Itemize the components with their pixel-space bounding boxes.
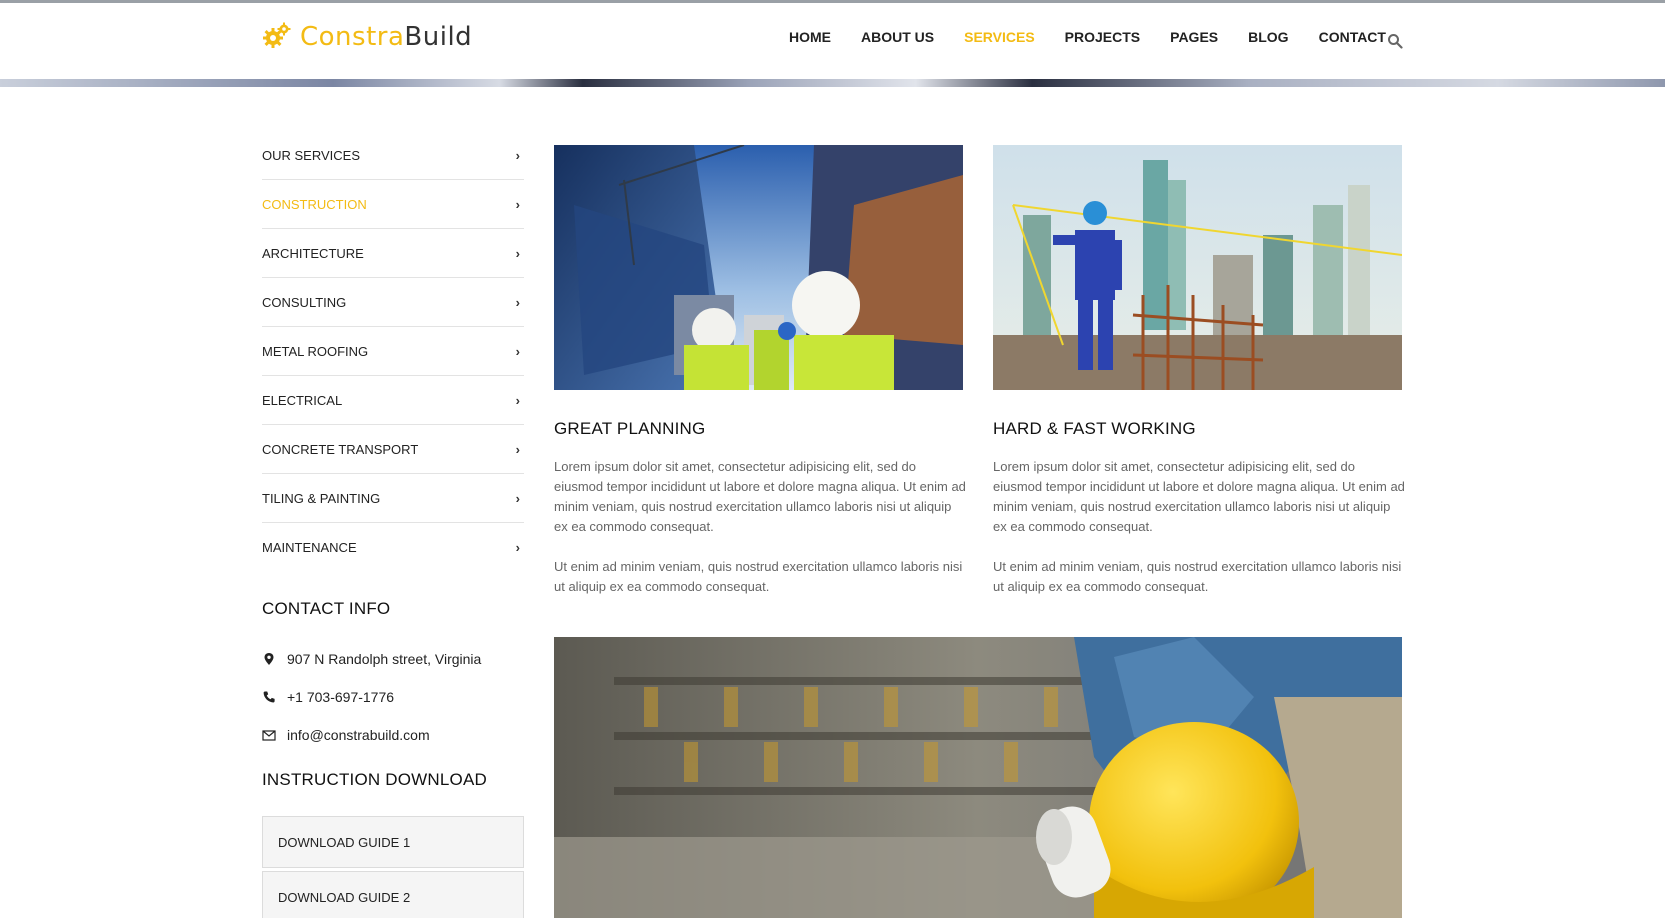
service-item-consulting[interactable]: CONSULTING › — [262, 278, 524, 327]
email-link[interactable]: info@constrabuild.com — [287, 727, 430, 743]
search-icon[interactable] — [1387, 33, 1403, 49]
service-label: MAINTENANCE — [262, 540, 357, 555]
chevron-right-icon: › — [515, 147, 520, 163]
phone-icon — [263, 691, 275, 703]
chevron-right-icon: › — [515, 196, 520, 212]
download-guide-2-button[interactable]: DOWNLOAD GUIDE 2 — [262, 871, 524, 918]
header-banner-strip — [0, 79, 1665, 87]
nav-pages[interactable]: PAGES — [1170, 29, 1218, 45]
services-menu: OUR SERVICES › CONSTRUCTION › ARCHITECTURE… — [262, 131, 524, 572]
main-nav: HOME ABOUT US SERVICES PROJECTS PAGES BL… — [789, 29, 1416, 45]
service-label: TILING & PAINTING — [262, 490, 381, 506]
chevron-right-icon: › — [515, 540, 520, 555]
logo[interactable]: ConstraBuild — [262, 19, 472, 55]
service-label: ELECTRICAL — [262, 392, 343, 408]
contact-phone: +1 703-697-1776 — [262, 678, 524, 716]
card-title-hard-fast-working: HARD & FAST WORKING — [993, 419, 1196, 438]
service-item-our-services[interactable]: OUR SERVICES › — [262, 131, 524, 180]
card-paragraph: Ut enim ad minim veniam, quis nostrud ex… — [993, 559, 1402, 594]
service-label: CONSTRUCTION — [262, 196, 367, 212]
card-title-great-planning: GREAT PLANNING — [554, 419, 706, 438]
chevron-right-icon: › — [515, 490, 520, 506]
gears-icon — [263, 22, 291, 48]
great-planning-image — [554, 145, 963, 390]
service-label: ARCHITECTURE — [262, 245, 364, 261]
service-label: METAL ROOFING — [262, 343, 369, 359]
envelope-icon — [262, 730, 276, 741]
brand-name-part2: Build — [404, 22, 473, 52]
download-guide-1-button[interactable]: DOWNLOAD GUIDE 1 — [262, 816, 524, 868]
brand-name-part1: Constra — [300, 22, 405, 52]
chevron-right-icon: › — [515, 441, 520, 457]
nav-contact[interactable]: CONTACT — [1319, 29, 1386, 45]
phone-text[interactable]: +1 703-697-1776 — [287, 689, 394, 705]
address-text: 907 N Randolph street, Virginia — [287, 651, 482, 667]
service-item-metal-roofing[interactable]: METAL ROOFING › — [262, 327, 524, 376]
card-paragraph: Lorem ipsum dolor sit amet, consectetur … — [554, 459, 966, 534]
service-item-architecture[interactable]: ARCHITECTURE › — [262, 229, 524, 278]
chevron-right-icon: › — [515, 294, 520, 310]
chevron-right-icon: › — [515, 392, 520, 408]
service-item-tiling-painting[interactable]: TILING & PAINTING › — [262, 474, 524, 523]
service-label: CONCRETE TRANSPORT — [262, 441, 419, 457]
site-header: ConstraBuild HOME ABOUT US SERVICES PROJ… — [0, 3, 1665, 87]
contact-address: 907 N Randolph street, Virginia — [262, 640, 524, 678]
brand-name: ConstraBuild — [300, 22, 472, 52]
map-marker-icon — [264, 653, 274, 665]
card-paragraph: Lorem ipsum dolor sit amet, consectetur … — [993, 459, 1405, 534]
card-paragraph: Ut enim ad minim veniam, quis nostrud ex… — [554, 559, 963, 594]
construction-worker-helmet-image — [554, 637, 1402, 918]
nav-blog[interactable]: BLOG — [1248, 29, 1288, 45]
nav-about-us[interactable]: ABOUT US — [861, 29, 934, 45]
contact-info-list: 907 N Randolph street, Virginia +1 703-6… — [262, 640, 524, 754]
service-label: CONSULTING — [262, 294, 347, 310]
chevron-right-icon: › — [515, 245, 520, 261]
contact-info-heading: CONTACT INFO — [262, 599, 391, 618]
nav-projects[interactable]: PROJECTS — [1065, 29, 1140, 45]
nav-home[interactable]: HOME — [789, 29, 831, 45]
service-item-concrete-transport[interactable]: CONCRETE TRANSPORT › — [262, 425, 524, 474]
service-label: OUR SERVICES — [262, 147, 361, 163]
service-item-maintenance[interactable]: MAINTENANCE › — [262, 523, 524, 572]
contact-email: info@constrabuild.com — [262, 716, 524, 754]
hard-fast-working-image — [993, 145, 1402, 390]
service-item-electrical[interactable]: ELECTRICAL › — [262, 376, 524, 425]
service-item-construction[interactable]: CONSTRUCTION › — [262, 180, 524, 229]
instruction-download-heading: INSTRUCTION DOWNLOAD — [262, 770, 487, 789]
chevron-right-icon: › — [515, 343, 520, 359]
nav-services[interactable]: SERVICES — [964, 29, 1035, 45]
